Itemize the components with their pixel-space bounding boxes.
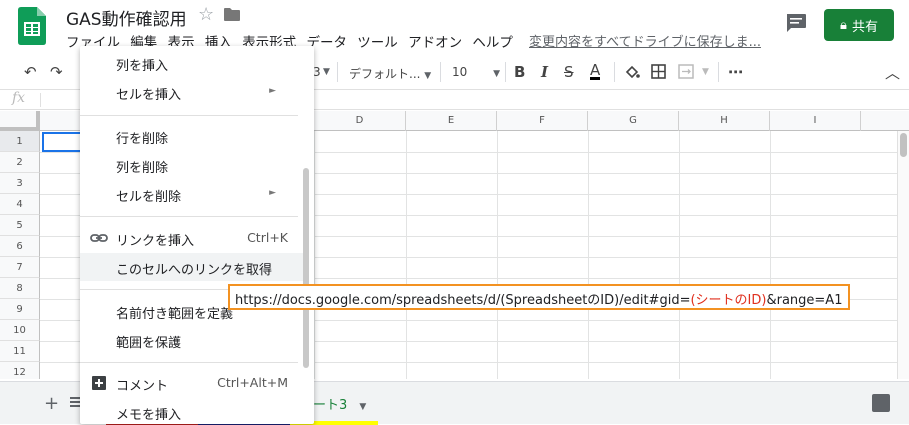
document-title[interactable]: GAS動作確認用	[66, 5, 187, 30]
collapse-toolbar-icon[interactable]: ︿	[885, 62, 900, 83]
column-header-g[interactable]: G	[588, 111, 679, 131]
menu-item-label: 範囲を保護	[116, 336, 182, 351]
undo-icon[interactable]: ↶	[24, 63, 37, 81]
url-suffix: &range=A1	[766, 293, 843, 308]
bold-button[interactable]: B	[514, 63, 525, 81]
vertical-scrollbar[interactable]	[897, 131, 909, 379]
font-family-select[interactable]: デフォルト... ▼	[349, 65, 431, 82]
menu-item-delete-column[interactable]: 列を削除	[80, 151, 304, 179]
menu-help[interactable]: ヘルプ	[472, 35, 513, 51]
submenu-arrow-icon: ►	[269, 86, 276, 96]
text-color-button[interactable]: A	[590, 63, 601, 80]
menu-item-insert-link[interactable]: リンクを挿入 Ctrl+K	[80, 224, 304, 252]
row-header-5[interactable]: 5	[0, 215, 40, 236]
column-header-f[interactable]: F	[497, 111, 588, 131]
lock-icon: 🔒︎	[840, 17, 847, 33]
comment-history-icon[interactable]	[786, 14, 806, 32]
menu-item-shortcut: Ctrl+K	[247, 230, 288, 245]
font-family-value: デフォルト...	[349, 67, 421, 81]
row-header-1[interactable]: 1	[0, 131, 40, 152]
fx-icon: fx	[12, 90, 26, 106]
column-header-d[interactable]: D	[314, 111, 406, 131]
menu-scrollbar[interactable]	[303, 168, 309, 368]
sheet-tab-3[interactable]: ート3 ▼	[313, 394, 366, 413]
sheet-tab-3-label: ート3	[313, 398, 348, 413]
menu-addons[interactable]: アドオン	[408, 35, 462, 51]
menu-item-insert-note[interactable]: メモを挿入	[80, 398, 304, 424]
chevron-down-icon: ▼	[424, 71, 432, 81]
chevron-down-icon: ▼	[702, 67, 709, 77]
star-icon[interactable]: ☆	[198, 4, 214, 25]
fill-color-icon[interactable]	[624, 64, 640, 80]
row-header-4[interactable]: 4	[0, 194, 40, 215]
zoom-fragment[interactable]: 3	[313, 65, 321, 79]
menu-item-label: 列を削除	[116, 161, 169, 176]
folder-icon[interactable]	[224, 8, 240, 21]
url-sheet-id-placeholder: (シートのID)	[690, 293, 767, 308]
menu-item-protect-range[interactable]: 範囲を保護	[80, 326, 304, 354]
italic-button[interactable]: I	[541, 63, 548, 81]
row-header-12[interactable]: 12	[0, 362, 40, 379]
strikethrough-button[interactable]: S	[564, 63, 574, 81]
save-status-link[interactable]: 変更内容をすべてドライブに保存しま...	[529, 31, 761, 50]
share-button[interactable]: 🔒︎ 共有	[824, 9, 894, 41]
menu-item-label: セルを挿入	[116, 88, 182, 103]
column-header-h[interactable]: H	[679, 111, 770, 131]
menu-tools[interactable]: ツール	[357, 35, 398, 51]
column-header-e[interactable]: E	[406, 111, 497, 131]
sheets-logo-icon[interactable]	[18, 7, 46, 45]
add-sheet-button[interactable]: +	[44, 393, 59, 414]
menu-item-comment[interactable]: コメント Ctrl+Alt+M	[80, 369, 304, 397]
column-header-i[interactable]: I	[770, 111, 861, 131]
row-header-9[interactable]: 9	[0, 299, 40, 320]
share-button-label: 共有	[851, 19, 878, 35]
row-header-10[interactable]: 10	[0, 320, 40, 341]
row-header-2[interactable]: 2	[0, 152, 40, 173]
menu-item-label: コメント	[116, 379, 169, 394]
merge-cells-icon	[678, 64, 694, 79]
add-comment-icon	[92, 376, 106, 390]
menu-item-insert-column[interactable]: 列を挿入	[80, 49, 304, 77]
row-header-11[interactable]: 11	[0, 341, 40, 362]
menu-item-label: メモを挿入	[116, 408, 182, 423]
row-header-6[interactable]: 6	[0, 236, 40, 257]
menu-item-label: 行を削除	[116, 132, 169, 147]
chevron-down-icon[interactable]: ▼	[323, 67, 330, 77]
select-all-corner[interactable]	[0, 111, 40, 131]
menu-item-delete-row[interactable]: 行を削除	[80, 122, 304, 150]
row-header-3[interactable]: 3	[0, 173, 40, 194]
row-header-8[interactable]: 8	[0, 278, 40, 299]
row-header-7[interactable]: 7	[0, 257, 40, 278]
menu-item-label: セルを削除	[116, 190, 182, 205]
redo-icon[interactable]: ↷	[50, 63, 63, 81]
explore-icon[interactable]	[872, 394, 890, 412]
vertical-scroll-thumb[interactable]	[900, 133, 907, 157]
menu-item-label: このセルへのリンクを取得	[116, 263, 273, 278]
font-size-select[interactable]: 10 ▼	[452, 65, 500, 79]
menu-item-insert-cells[interactable]: セルを挿入 ►	[80, 78, 304, 106]
selected-cell-a1[interactable]	[42, 132, 82, 152]
chevron-down-icon[interactable]: ▼	[359, 402, 366, 412]
cell-context-menu: 列を挿入 セルを挿入 ► 行を削除 列を削除 セルを削除 ► リンクを挿入 Ct…	[80, 46, 314, 424]
borders-icon[interactable]	[651, 64, 666, 79]
more-options-icon[interactable]: ⋯	[728, 63, 743, 81]
app-header: GAS動作確認用 ☆ ファイル 編集 表示 挿入 表示形式 データ ツール アド…	[0, 0, 909, 52]
font-size-value: 10	[452, 65, 468, 79]
menu-item-label: リンクを挿入	[116, 234, 195, 249]
chevron-down-icon: ▼	[493, 69, 501, 79]
menu-item-delete-cells[interactable]: セルを削除 ►	[80, 180, 304, 208]
menu-item-shortcut: Ctrl+Alt+M	[217, 375, 288, 390]
link-icon	[90, 234, 108, 242]
submenu-arrow-icon: ►	[269, 188, 276, 198]
cell-link-url-callout: https://docs.google.com/spreadsheets/d/(…	[228, 284, 850, 310]
menu-item-label: 名前付き範囲を定義	[116, 307, 234, 322]
menu-item-get-link-to-cell[interactable]: このセルへのリンクを取得	[80, 253, 304, 281]
menu-item-label: 列を挿入	[116, 59, 169, 74]
url-prefix: https://docs.google.com/spreadsheets/d/(…	[235, 293, 691, 308]
